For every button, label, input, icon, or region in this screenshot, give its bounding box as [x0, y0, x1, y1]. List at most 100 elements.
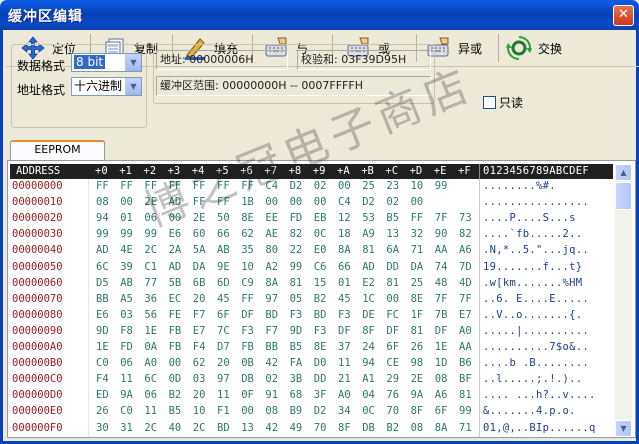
byte-cell[interactable]: FF [241, 293, 254, 305]
byte-cell[interactable]: B6 [459, 357, 472, 369]
byte-cell[interactable]: 00 [265, 196, 278, 208]
byte-cell[interactable]: FE [169, 309, 182, 321]
byte-cell[interactable]: 45 [338, 293, 351, 305]
byte-cell[interactable]: A5 [120, 293, 133, 305]
byte-cell[interactable]: BD [217, 422, 230, 434]
byte-cell[interactable]: 99 [435, 180, 448, 192]
byte-cell[interactable]: DF [435, 325, 448, 337]
byte-cell[interactable]: DA [193, 261, 206, 273]
byte-cell[interactable]: FF [217, 196, 230, 208]
table-row[interactable]: 000000D0 ED 9A 06 B2 20 11 0F 91 68 3F A0 04 76 9A A6 81… [10, 388, 613, 404]
table-row[interactable]: 000000C0 F4 11 6C 0D 03 97 DB 02 3B DD 21 A1 29 2E 08 BF… [10, 372, 613, 388]
byte-cell[interactable]: E0 [314, 244, 327, 256]
byte-cell[interactable]: 04 [362, 389, 375, 401]
byte-cell[interactable]: 8F [411, 405, 424, 417]
byte-cell[interactable]: 48 [435, 277, 448, 289]
byte-cell[interactable]: FF [411, 212, 424, 224]
byte-cell[interactable]: DF [338, 325, 351, 337]
byte-cell[interactable]: 70 [314, 422, 327, 434]
table-row[interactable]: 00000020 94 01 06 00 2E 50 8E EE FD EB 12 53 B5 FF 7F 73… [10, 211, 613, 227]
byte-cell[interactable]: 18 [338, 228, 351, 240]
byte-cell[interactable]: FD [290, 212, 303, 224]
byte-cell[interactable]: AB [120, 277, 133, 289]
byte-cell[interactable]: 97 [265, 293, 278, 305]
byte-cell[interactable]: 8A [435, 422, 448, 434]
byte-cell[interactable]: 06 [144, 212, 157, 224]
byte-cell[interactable]: 10 [193, 405, 206, 417]
byte-cell[interactable]: FF [193, 196, 206, 208]
byte-cell[interactable]: 6C [144, 373, 157, 385]
byte-cell[interactable]: 99 [96, 228, 109, 240]
byte-cell[interactable]: 94 [96, 212, 109, 224]
byte-cell[interactable]: 99 [459, 405, 472, 417]
byte-cell[interactable]: 99 [290, 261, 303, 273]
byte-cell[interactable]: 6F [435, 405, 448, 417]
byte-cell[interactable]: F7 [193, 309, 206, 321]
byte-cell[interactable]: 1E [435, 341, 448, 353]
byte-cell[interactable]: 2E [193, 212, 206, 224]
byte-cell[interactable]: 0B [241, 357, 254, 369]
byte-cell[interactable]: 11 [120, 373, 133, 385]
byte-cell[interactable]: BB [265, 341, 278, 353]
byte-cell[interactable]: 97 [217, 373, 230, 385]
chevron-down-icon[interactable]: ▼ [125, 54, 141, 71]
byte-cell[interactable]: 0A [144, 341, 157, 353]
byte-cell[interactable]: 8F [362, 325, 375, 337]
byte-cell[interactable]: 36 [144, 293, 157, 305]
byte-cell[interactable]: F1 [217, 405, 230, 417]
byte-cell[interactable]: 26 [96, 405, 109, 417]
byte-cell[interactable]: 9A [120, 389, 133, 401]
byte-cell[interactable]: 5A [193, 244, 206, 256]
byte-cell[interactable]: 10 [411, 180, 424, 192]
byte-cell[interactable]: 70 [386, 405, 399, 417]
byte-cell[interactable]: 1F [411, 309, 424, 321]
byte-cell[interactable]: 2C [193, 422, 206, 434]
byte-cell[interactable]: 0F [241, 389, 254, 401]
byte-cell[interactable]: FB [241, 341, 254, 353]
chevron-down-icon[interactable]: ▼ [125, 78, 141, 95]
byte-cell[interactable]: 25 [362, 180, 375, 192]
byte-cell[interactable]: 2E [411, 373, 424, 385]
byte-cell[interactable]: 9D [96, 325, 109, 337]
byte-cell[interactable]: F3 [314, 325, 327, 337]
byte-cell[interactable]: FC [386, 309, 399, 321]
byte-cell[interactable]: 02 [386, 196, 399, 208]
byte-cell[interactable]: D2 [362, 196, 375, 208]
byte-cell[interactable]: 3B [290, 373, 303, 385]
byte-cell[interactable]: EB [314, 212, 327, 224]
byte-cell[interactable]: AA [459, 341, 472, 353]
byte-cell[interactable]: 20 [217, 357, 230, 369]
table-row[interactable]: 00000010 08 00 2E AD FF FF 1B 00 00 00 C4 D2 02 00....… [10, 195, 613, 211]
byte-cell[interactable]: A0 [338, 389, 351, 401]
byte-cell[interactable]: 8A [338, 244, 351, 256]
byte-cell[interactable]: F7 [265, 325, 278, 337]
byte-cell[interactable]: 01 [120, 212, 133, 224]
byte-cell[interactable]: 45 [217, 293, 230, 305]
byte-cell[interactable]: 34 [338, 405, 351, 417]
swap-button[interactable]: 交换 [502, 32, 562, 64]
byte-cell[interactable]: 30 [96, 422, 109, 434]
byte-cell[interactable]: C0 [96, 357, 109, 369]
byte-cell[interactable]: EC [169, 293, 182, 305]
byte-cell[interactable]: 2C [144, 244, 157, 256]
byte-cell[interactable]: F4 [96, 373, 109, 385]
byte-cell[interactable]: FA [290, 357, 303, 369]
byte-cell[interactable]: FD [120, 341, 133, 353]
byte-cell[interactable]: 20 [193, 389, 206, 401]
byte-cell[interactable]: 90 [435, 228, 448, 240]
byte-cell[interactable]: FB [169, 325, 182, 337]
byte-cell[interactable]: 13 [386, 228, 399, 240]
byte-cell[interactable]: B9 [290, 405, 303, 417]
byte-cell[interactable]: 0C [362, 405, 375, 417]
byte-cell[interactable]: 31 [120, 422, 133, 434]
byte-cell[interactable]: C0 [120, 405, 133, 417]
byte-cell[interactable]: 1D [435, 357, 448, 369]
table-row[interactable]: 00000060 D5 AB 77 5B 6B 6D C9 8A 81 15 01 E2 81 25 48 4D… [10, 276, 613, 292]
byte-cell[interactable]: 81 [362, 244, 375, 256]
byte-cell[interactable]: 1E [96, 341, 109, 353]
scroll-up-icon[interactable]: ▲ [615, 164, 632, 181]
byte-cell[interactable]: 42 [265, 357, 278, 369]
byte-cell[interactable]: 15 [314, 277, 327, 289]
byte-cell[interactable]: 3F [314, 389, 327, 401]
byte-cell[interactable]: 68 [290, 389, 303, 401]
